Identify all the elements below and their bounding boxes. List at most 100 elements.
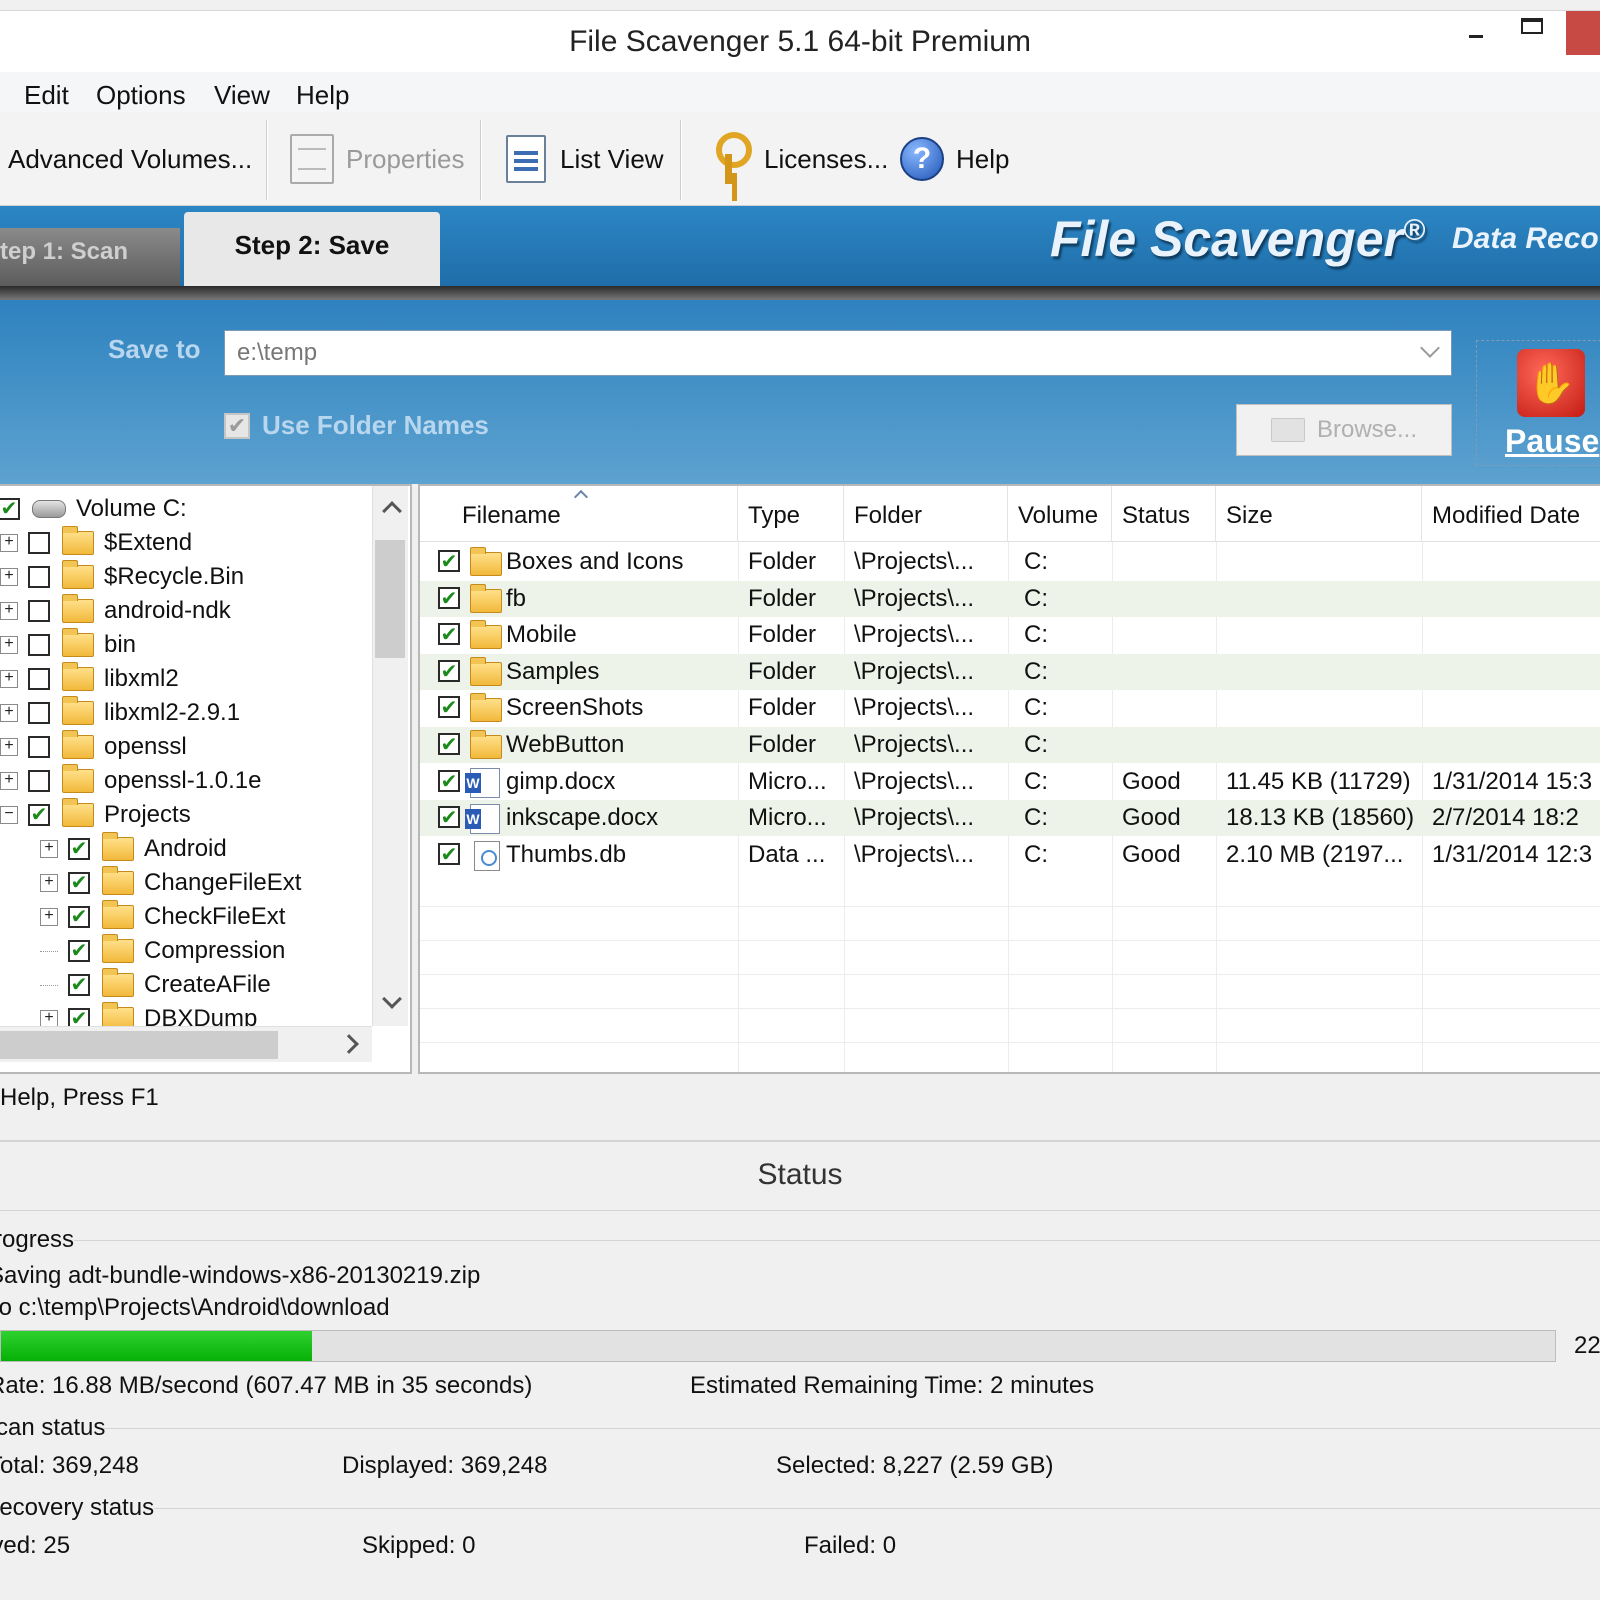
- tree-item[interactable]: + bin: [0, 628, 136, 662]
- advanced-volumes-button[interactable]: Advanced Volumes...: [8, 132, 252, 186]
- tree-item[interactable]: + ✔ CheckFileExt: [40, 900, 285, 934]
- expand-icon[interactable]: +: [40, 874, 58, 892]
- tree-item-label: Android: [144, 835, 227, 862]
- menu-options[interactable]: Options: [96, 80, 186, 111]
- scroll-thumb[interactable]: [0, 1031, 278, 1059]
- checkbox-unchecked-icon[interactable]: [28, 634, 50, 656]
- checkbox-unchecked-icon[interactable]: [28, 736, 50, 758]
- tree-item[interactable]: + ✔ ChangeFileExt: [40, 866, 301, 900]
- tree-item[interactable]: ✔ Volume C:: [0, 492, 187, 526]
- file-list[interactable]: Filename Type Folder Volume Status Size …: [418, 484, 1600, 1074]
- save-to-combobox[interactable]: e:\temp: [224, 330, 1452, 376]
- tree-item[interactable]: ✔ CreateAFile: [40, 968, 271, 1002]
- tree-vertical-scrollbar[interactable]: [372, 486, 408, 1026]
- expand-icon[interactable]: +: [0, 704, 18, 722]
- expand-icon[interactable]: +: [0, 772, 18, 790]
- tree-item-label: $Recycle.Bin: [104, 563, 245, 590]
- table-row[interactable]: ✔ gimp.docx Micro... \Projects\... C: Good 11.…: [420, 764, 1600, 800]
- checkbox-checked-icon[interactable]: ✔: [438, 806, 460, 829]
- licenses-button[interactable]: Licenses...: [714, 132, 888, 186]
- tree-item[interactable]: − ✔ Projects: [0, 798, 191, 832]
- expand-icon[interactable]: +: [0, 602, 18, 620]
- tree-item[interactable]: + openssl: [0, 730, 187, 764]
- expand-icon[interactable]: +: [40, 840, 58, 858]
- table-row[interactable]: ✔ WebButton Folder \Projects\... C:: [420, 727, 1600, 763]
- column-header-status[interactable]: Status: [1112, 486, 1216, 542]
- tree-item[interactable]: + libxml2: [0, 662, 179, 696]
- minimize-button[interactable]: [1448, 11, 1504, 55]
- collapse-icon[interactable]: −: [0, 806, 18, 824]
- expand-icon[interactable]: +: [0, 670, 18, 688]
- checkbox-checked-icon[interactable]: ✔: [68, 974, 90, 996]
- table-row[interactable]: ✔ fb Folder \Projects\... C:: [420, 580, 1600, 617]
- checkbox-checked-icon[interactable]: ✔: [438, 550, 460, 572]
- checkbox-checked-icon[interactable]: ✔: [438, 659, 460, 682]
- properties-button[interactable]: Properties: [290, 132, 465, 186]
- table-row[interactable]: ✔ ScreenShots Folder \Projects\... C:: [420, 690, 1600, 726]
- checkbox-checked-icon[interactable]: ✔: [68, 838, 90, 860]
- list-view-button[interactable]: List View: [506, 132, 664, 186]
- table-row[interactable]: ✔ Mobile Folder \Projects\... C:: [420, 617, 1600, 653]
- scroll-up-icon[interactable]: [382, 501, 402, 521]
- tree-item[interactable]: + $Extend: [0, 526, 192, 560]
- checkbox-checked-icon[interactable]: ✔: [438, 586, 460, 609]
- expand-icon[interactable]: +: [0, 568, 18, 586]
- help-button[interactable]: ? Help: [900, 132, 1009, 186]
- checkbox-checked-icon[interactable]: ✔: [0, 498, 20, 520]
- tree-item[interactable]: + openssl-1.0.1e: [0, 764, 261, 798]
- checkbox-unchecked-icon[interactable]: [28, 702, 50, 724]
- menu-view[interactable]: View: [214, 80, 270, 111]
- checkbox-unchecked-icon[interactable]: [28, 668, 50, 690]
- checkbox-checked-icon[interactable]: ✔: [68, 906, 90, 928]
- chevron-down-icon[interactable]: [1420, 338, 1440, 358]
- column-header-folder[interactable]: Folder: [844, 486, 1008, 542]
- cell-folder: \Projects\...: [854, 657, 975, 685]
- column-header-type[interactable]: Type: [738, 486, 844, 542]
- tree-item[interactable]: + $Recycle.Bin: [0, 560, 244, 594]
- column-header-modified-date[interactable]: Modified Date: [1422, 486, 1600, 542]
- checkbox-checked-icon[interactable]: ✔: [28, 804, 50, 826]
- tree-horizontal-scrollbar[interactable]: [0, 1026, 372, 1062]
- column-header-filename[interactable]: Filename: [420, 486, 738, 542]
- checkbox-checked-icon[interactable]: ✔: [438, 769, 460, 792]
- cell-filename: fb: [506, 584, 527, 612]
- table-row[interactable]: ✔ inkscape.docx Micro... \Projects\... C: Goo…: [420, 800, 1600, 837]
- column-header-volume[interactable]: Volume: [1008, 486, 1112, 542]
- checkbox-checked-icon[interactable]: ✔: [438, 623, 460, 646]
- expand-icon[interactable]: +: [0, 534, 18, 552]
- checkbox-checked-icon[interactable]: ✔: [68, 940, 90, 962]
- scroll-right-icon[interactable]: [339, 1034, 359, 1054]
- tree-item[interactable]: ✔ Compression: [40, 934, 285, 968]
- checkbox-checked-icon[interactable]: ✔: [68, 872, 90, 894]
- tab-step-1-scan[interactable]: tep 1: Scan: [0, 228, 180, 286]
- scroll-down-icon[interactable]: [382, 989, 402, 1009]
- menu-help[interactable]: Help: [296, 80, 349, 111]
- folder-tree[interactable]: ✔ Volume C: + $Extend + $Recycle.Bin + android-…: [0, 484, 412, 1074]
- checkbox-unchecked-icon[interactable]: [28, 532, 50, 554]
- table-row[interactable]: ✔ Samples Folder \Projects\... C:: [420, 653, 1600, 690]
- pause-button[interactable]: ✋ Pause: [1476, 340, 1600, 466]
- tree-item[interactable]: + ✔ Android: [40, 832, 227, 866]
- tree-item[interactable]: + android-ndk: [0, 594, 231, 628]
- scroll-thumb[interactable]: [375, 540, 405, 658]
- use-folder-names-checkbox[interactable]: ✔ Use Folder Names: [224, 410, 489, 441]
- table-row[interactable]: ✔ Boxes and Icons Folder \Projects\... C:: [420, 544, 1600, 580]
- close-button[interactable]: [1566, 11, 1600, 55]
- checkbox-unchecked-icon[interactable]: [28, 566, 50, 588]
- expand-icon[interactable]: +: [40, 908, 58, 926]
- column-header-size[interactable]: Size: [1216, 486, 1422, 542]
- browse-button[interactable]: Browse...: [1236, 404, 1452, 456]
- menu-edit[interactable]: Edit: [24, 80, 69, 111]
- checkbox-unchecked-icon[interactable]: [28, 770, 50, 792]
- tree-item[interactable]: + libxml2-2.9.1: [0, 696, 240, 730]
- tab-step-2-save[interactable]: Step 2: Save: [184, 212, 440, 286]
- maximize-button[interactable]: [1504, 11, 1560, 55]
- checkbox-unchecked-icon[interactable]: [28, 600, 50, 622]
- expand-icon[interactable]: +: [0, 738, 18, 756]
- expand-icon[interactable]: +: [0, 636, 18, 654]
- checkbox-checked-icon[interactable]: ✔: [438, 733, 460, 755]
- table-row[interactable]: ✔ Thumbs.db Data ... \Projects\... C: Good 2.1…: [420, 837, 1600, 873]
- checkbox-checked-icon[interactable]: ✔: [438, 842, 460, 865]
- checkbox-checked-icon[interactable]: ✔: [438, 696, 460, 719]
- cell-folder: \Projects\...: [854, 694, 975, 722]
